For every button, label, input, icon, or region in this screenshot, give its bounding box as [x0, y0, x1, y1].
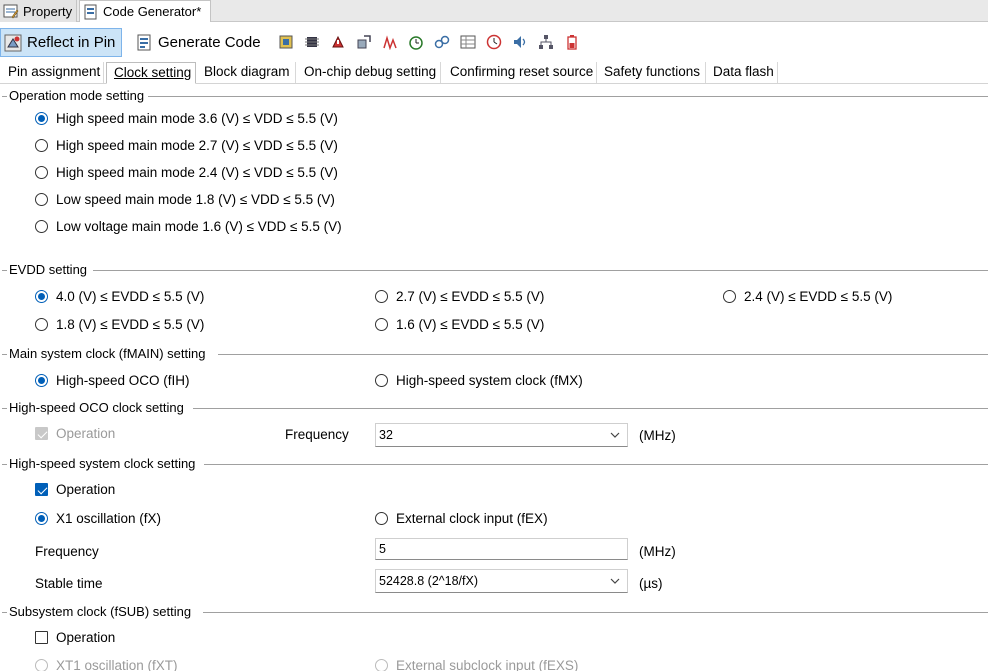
- radio-external-clock-input[interactable]: External clock input (fEX): [375, 511, 548, 526]
- radio-main-clock-oco[interactable]: High-speed OCO (fIH): [35, 373, 190, 388]
- radio-indicator: [35, 193, 48, 206]
- radio-indicator: [375, 318, 388, 331]
- tab-on-chip-debug-setting[interactable]: On-chip debug setting: [298, 62, 441, 83]
- network-icon[interactable]: [538, 34, 554, 50]
- checkbox-indicator: [35, 483, 48, 496]
- hs-system-operation-checkbox[interactable]: Operation: [35, 482, 115, 497]
- property-icon: [3, 3, 19, 19]
- oco-frequency-value: 32: [379, 428, 393, 442]
- operation-mode-group-header: Operation mode setting: [0, 88, 988, 103]
- stable-time-value: 52428.8 (2^18/fX): [379, 574, 478, 588]
- pin-view-icon[interactable]: [278, 34, 294, 50]
- battery-icon[interactable]: [564, 34, 580, 50]
- link-icon[interactable]: [434, 34, 450, 50]
- radio-indicator: [375, 290, 388, 303]
- toolbar: Reflect in Pin Generate Code: [0, 27, 988, 59]
- reflect-in-pin-label: Reflect in Pin: [27, 34, 116, 51]
- timer-icon[interactable]: [408, 34, 424, 50]
- signal-icon[interactable]: [382, 34, 398, 50]
- oco-operation-checkbox[interactable]: Operation: [35, 426, 115, 441]
- oco-frequency-unit: (MHz): [639, 428, 676, 443]
- checkbox-indicator: [35, 631, 48, 644]
- clock-icon[interactable]: [486, 34, 502, 50]
- radio-indicator: [723, 290, 736, 303]
- radio-indicator: [35, 318, 48, 331]
- tab-confirming-reset-source[interactable]: Confirming reset source: [443, 62, 597, 83]
- hs-frequency-input[interactable]: 5: [375, 538, 628, 560]
- radio-indicator: [35, 290, 48, 303]
- generate-code-label: Generate Code: [158, 34, 261, 51]
- document-tab-strip: Property Code Generator*: [0, 0, 988, 22]
- stable-time-unit: (µs): [639, 576, 663, 591]
- tab-property[interactable]: Property: [0, 0, 77, 22]
- port-icon[interactable]: [356, 34, 372, 50]
- generate-code-button[interactable]: Generate Code: [132, 28, 268, 57]
- radio-indicator: [375, 659, 388, 671]
- generate-code-icon: [135, 34, 153, 52]
- interrupt-icon[interactable]: [330, 34, 346, 50]
- radio-external-subclock-input[interactable]: External subclock input (fEXS): [375, 659, 578, 671]
- tab-property-label: Property: [23, 3, 73, 19]
- operation-mode-title: Operation mode setting: [9, 88, 145, 103]
- radio-indicator: [35, 659, 48, 671]
- oco-frequency-label: Frequency: [285, 427, 349, 442]
- reflect-in-pin-icon: [4, 34, 22, 52]
- radio-evdd-4-0[interactable]: 4.0 (V) ≤ EVDD ≤ 5.5 (V): [35, 289, 204, 304]
- tab-data-flash[interactable]: Data flash: [708, 62, 778, 83]
- stable-time-label: Stable time: [35, 576, 103, 591]
- subsystem-options-row: XT1 oscillation (fXT) External subclock …: [0, 659, 988, 671]
- tab-clock-setting[interactable]: Clock setting: [106, 62, 196, 84]
- radio-indicator: [375, 512, 388, 525]
- radio-main-clock-fmx[interactable]: High-speed system clock (fMX): [375, 373, 583, 388]
- subsystem-group-header: Subsystem clock (fSUB) setting: [0, 604, 988, 619]
- tab-block-diagram[interactable]: Block diagram: [198, 62, 296, 83]
- radio-indicator: [35, 112, 48, 125]
- radio-x1-oscillation[interactable]: X1 oscillation (fX): [35, 511, 161, 526]
- grid-icon[interactable]: [460, 34, 476, 50]
- radio-indicator: [35, 139, 48, 152]
- radio-opmode-low-speed-1-8[interactable]: Low speed main mode 1.8 (V) ≤ VDD ≤ 5.5 …: [35, 192, 335, 207]
- radio-indicator: [35, 166, 48, 179]
- oco-group-header: High-speed OCO clock setting: [0, 400, 988, 415]
- radio-evdd-1-8[interactable]: 1.8 (V) ≤ EVDD ≤ 5.5 (V): [35, 317, 204, 332]
- stable-time-select[interactable]: 52428.8 (2^18/fX): [375, 569, 628, 593]
- main-clock-title: Main system clock (fMAIN) setting: [9, 346, 206, 361]
- radio-evdd-2-7[interactable]: 2.7 (V) ≤ EVDD ≤ 5.5 (V): [375, 289, 544, 304]
- evdd-title: EVDD setting: [9, 262, 88, 277]
- radio-indicator: [375, 374, 388, 387]
- main-clock-group-header: Main system clock (fMAIN) setting: [0, 346, 988, 361]
- subsystem-operation-checkbox[interactable]: Operation: [35, 630, 115, 645]
- subsystem-title: Subsystem clock (fSUB) setting: [9, 604, 192, 619]
- tab-code-generator[interactable]: Code Generator*: [79, 0, 211, 22]
- chevron-down-icon: [610, 432, 620, 438]
- hs-system-title: High-speed system clock setting: [9, 456, 196, 471]
- oco-frequency-select[interactable]: 32: [375, 423, 628, 447]
- chevron-down-icon: [610, 578, 620, 584]
- sound-icon[interactable]: [512, 34, 528, 50]
- tab-pin-assignment[interactable]: Pin assignment: [4, 62, 104, 83]
- radio-opmode-low-voltage-1-6[interactable]: Low voltage main mode 1.6 (V) ≤ VDD ≤ 5.…: [35, 219, 342, 234]
- radio-indicator: [35, 512, 48, 525]
- evdd-group-header: EVDD setting: [0, 262, 988, 277]
- chip-icon[interactable]: [304, 34, 320, 50]
- radio-opmode-high-2-7[interactable]: High speed main mode 2.7 (V) ≤ VDD ≤ 5.5…: [35, 138, 338, 153]
- hs-frequency-unit: (MHz): [639, 544, 676, 559]
- hs-system-group-header: High-speed system clock setting: [0, 456, 988, 471]
- radio-evdd-2-4[interactable]: 2.4 (V) ≤ EVDD ≤ 5.5 (V): [723, 289, 892, 304]
- radio-opmode-high-3-6[interactable]: High speed main mode 3.6 (V) ≤ VDD ≤ 5.5…: [35, 111, 338, 126]
- radio-xt1-oscillation[interactable]: XT1 oscillation (fXT): [35, 659, 178, 671]
- radio-opmode-high-2-4[interactable]: High speed main mode 2.4 (V) ≤ VDD ≤ 5.5…: [35, 165, 338, 180]
- radio-evdd-1-6[interactable]: 1.6 (V) ≤ EVDD ≤ 5.5 (V): [375, 317, 544, 332]
- tab-code-generator-label: Code Generator*: [103, 4, 202, 19]
- reflect-in-pin-button[interactable]: Reflect in Pin: [0, 28, 122, 57]
- settings-tab-strip: Pin assignment Clock setting Block diagr…: [0, 62, 988, 84]
- checkbox-indicator: [35, 427, 48, 440]
- oco-title: High-speed OCO clock setting: [9, 400, 184, 415]
- tab-safety-functions[interactable]: Safety functions: [599, 62, 706, 83]
- radio-indicator: [35, 220, 48, 233]
- hs-frequency-label: Frequency: [35, 544, 99, 559]
- code-generator-icon: [83, 4, 99, 20]
- radio-indicator: [35, 374, 48, 387]
